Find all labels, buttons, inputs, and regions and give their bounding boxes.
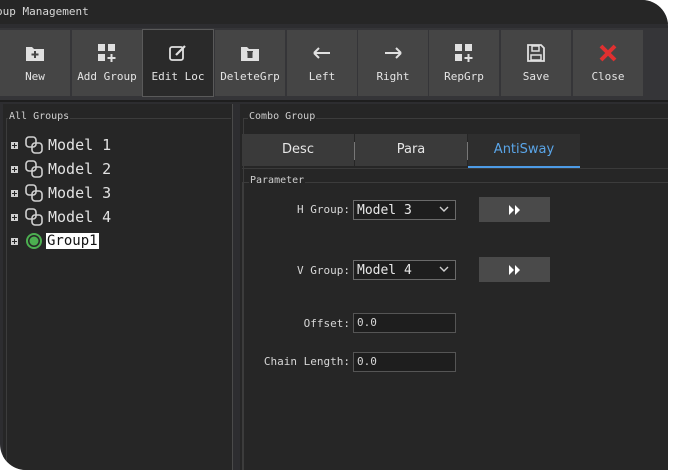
tree-item-group1[interactable]: Group1 — [11, 230, 99, 252]
save-icon — [501, 42, 571, 64]
expand-icon[interactable] — [11, 213, 18, 221]
chevron-down-icon — [439, 206, 449, 212]
combo-group-panel: Combo Group Desc Para AntiSway Parameter… — [240, 104, 668, 470]
edit-icon — [143, 42, 213, 64]
v-group-label: V Group: — [297, 264, 350, 277]
h-group-value: Model 3 — [357, 203, 412, 218]
model-group-icon — [25, 208, 43, 226]
tree-item-label-selected: Group1 — [46, 233, 99, 249]
grid-plus-icon — [72, 42, 142, 64]
folder-delete-icon — [215, 42, 285, 64]
combo-group-caption: Combo Group — [248, 111, 317, 122]
status-dot-icon — [26, 233, 42, 249]
title-bar: oup Management — [0, 0, 668, 24]
tree-item-label: Model 3 — [48, 184, 112, 202]
new-button[interactable]: New — [0, 30, 70, 96]
tree-item-model-3[interactable]: Model 3 — [11, 182, 111, 204]
folder-plus-icon — [0, 42, 70, 64]
close-button[interactable]: Close — [573, 30, 643, 96]
expand-icon[interactable] — [11, 189, 18, 197]
parameter-caption: Parameter — [249, 175, 306, 186]
expand-icon[interactable] — [11, 237, 18, 245]
expand-icon[interactable] — [11, 141, 18, 149]
offset-input[interactable]: 0.0 — [353, 313, 456, 333]
left-button[interactable]: Left — [287, 30, 357, 96]
expand-icon[interactable] — [11, 165, 18, 173]
model-group-icon — [25, 184, 43, 202]
h-group-forward-button[interactable] — [479, 197, 550, 222]
tab-antisway[interactable]: AntiSway — [468, 134, 580, 168]
tree-item-model-2[interactable]: Model 2 — [11, 158, 111, 180]
tree-item-model-1[interactable]: Model 1 — [11, 134, 111, 156]
toolbar: New Add Group Edit Loc DeleteGrp Left Ri… — [0, 28, 668, 102]
h-group-label: H Group: — [297, 203, 350, 216]
tree-item-label: Model 4 — [48, 208, 112, 226]
double-arrow-right-icon — [508, 204, 520, 215]
v-group-forward-button[interactable] — [479, 257, 550, 282]
tab-desc[interactable]: Desc — [242, 134, 354, 166]
tree-item-label: Model 1 — [48, 136, 112, 154]
chain-length-input[interactable]: 0.0 — [353, 352, 456, 372]
offset-label: Offset: — [303, 317, 350, 330]
delete-group-button[interactable]: DeleteGrp — [215, 30, 285, 96]
group-management-window: oup Management New Add Group Edit Loc De… — [0, 0, 668, 470]
arrow-left-icon — [287, 42, 357, 64]
grid-plus-icon — [429, 42, 499, 64]
combo-tabs: Desc Para AntiSway — [242, 134, 668, 169]
right-button[interactable]: Right — [358, 30, 428, 96]
rep-group-button[interactable]: RepGrp — [429, 30, 499, 96]
edit-loc-button[interactable]: Edit Loc — [142, 29, 214, 97]
chain-length-label: Chain Length: — [263, 355, 350, 368]
model-group-icon — [25, 160, 43, 178]
h-group-select[interactable]: Model 3 — [353, 200, 456, 220]
add-group-button[interactable]: Add Group — [72, 30, 142, 96]
chevron-down-icon — [439, 266, 449, 272]
double-arrow-right-icon — [508, 264, 520, 275]
close-icon — [573, 42, 643, 64]
window-title: oup Management — [0, 5, 89, 18]
model-group-icon — [25, 136, 43, 154]
tree-item-model-4[interactable]: Model 4 — [11, 206, 111, 228]
v-group-select[interactable]: Model 4 — [353, 260, 456, 280]
v-group-value: Model 4 — [357, 263, 412, 278]
arrow-right-icon — [358, 42, 428, 64]
groups-caption: All Groups — [8, 111, 71, 122]
tab-para[interactable]: Para — [355, 134, 467, 166]
groups-panel: All Groups Model 1 Model 2 Model 3 Model… — [3, 104, 233, 470]
save-button[interactable]: Save — [501, 30, 571, 96]
tree-item-label: Model 2 — [48, 160, 112, 178]
